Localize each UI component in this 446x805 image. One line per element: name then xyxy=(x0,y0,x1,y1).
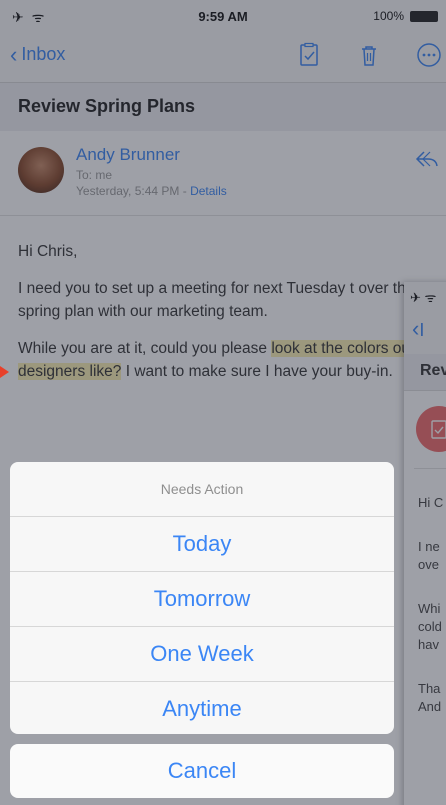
cancel-button[interactable]: Cancel xyxy=(10,744,394,798)
option-one-week[interactable]: One Week xyxy=(10,627,394,682)
option-anytime[interactable]: Anytime xyxy=(10,682,394,734)
option-tomorrow[interactable]: Tomorrow xyxy=(10,572,394,627)
screen: ✈ ᯤ 9:59 AM 100% ‹ Inbox Review Spring Pl… xyxy=(0,0,446,805)
action-sheet: Needs Action Today Tomorrow One Week Any… xyxy=(10,462,394,734)
action-sheet-title: Needs Action xyxy=(10,462,394,517)
option-today[interactable]: Today xyxy=(10,517,394,572)
red-arrow-icon xyxy=(0,366,9,378)
